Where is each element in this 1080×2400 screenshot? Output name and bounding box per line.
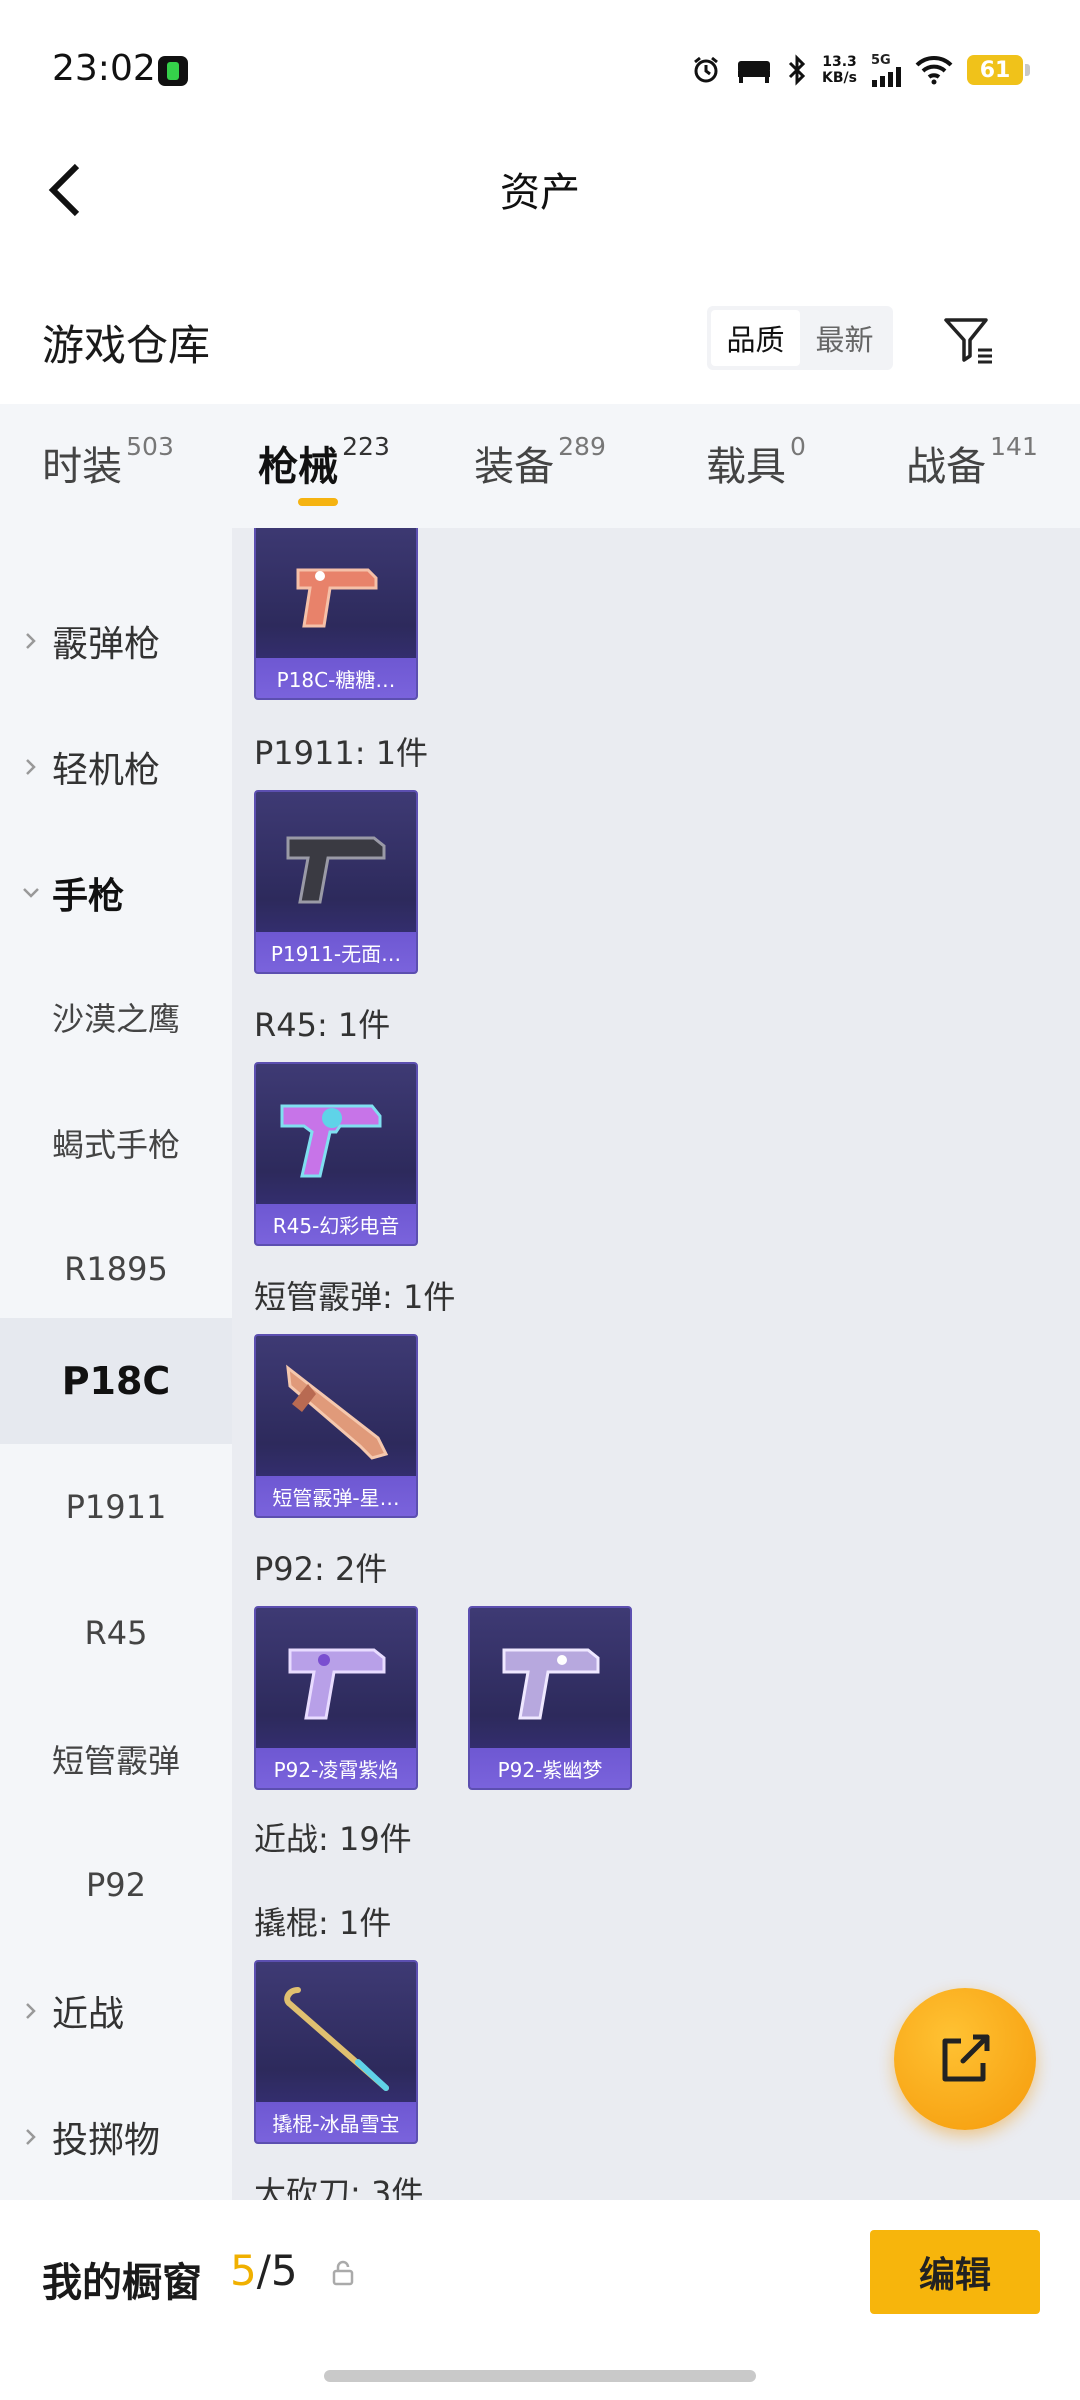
signal-bars-icon [872,66,901,87]
pistol-skin-icon [288,1648,386,1720]
sidebar-sub-r45[interactable]: R45 [0,1570,232,1696]
pistol-skin-icon [286,836,386,904]
sidebar-sub-scorpion[interactable]: 蝎式手枪 [0,1080,232,1206]
group-label: 撬棍: 1件 [254,1904,392,1942]
status-icons: 13.3 KB/s 5G 61 [690,50,1030,90]
chevron-right-icon [26,2003,36,2019]
app-header: 资产 [0,140,1080,240]
status-time: 23:02 [52,48,156,89]
sidebar-item-shotgun[interactable]: 霰弹枪 [0,578,232,704]
chevron-right-icon [26,2129,36,2145]
share-button[interactable] [894,1988,1036,2130]
sidebar-sub-p92[interactable]: P92 [0,1822,232,1948]
sidebar-item-lmg[interactable]: 轻机枪 [0,704,232,830]
lock-icon[interactable] [330,2260,356,2286]
battery-indicator: 61 [967,55,1030,85]
warehouse-title: 游戏仓库 [42,321,211,370]
cell-signal: 5G [871,54,901,87]
weapon-category-sidebar: 霰弹枪 轻机枪 手枪 沙漠之鹰 蝎式手枪 R1895 P18C P1911 R4… [0,528,232,2200]
weapon-grid: P18C-糖糖… P1911: 1件 P1911-无面… R45: 1件 R45… [232,528,1080,2200]
sort-quality-button[interactable]: 品质 [711,310,800,366]
group-label: P92: 2件 [254,1550,388,1588]
skin-card[interactable]: P92-凌霄紫焰 [254,1606,418,1790]
skin-card[interactable]: 撬棍-冰晶雪宝 [254,1960,418,2144]
group-label: 短管霰弹: 1件 [254,1278,456,1316]
group-label: 近战: 19件 [254,1820,412,1858]
sidebar-sub-desert-eagle[interactable]: 沙漠之鹰 [0,954,232,1080]
sidebar-item-throwables[interactable]: 投掷物 [0,2074,232,2200]
sidebar-sub-p1911[interactable]: P1911 [0,1444,232,1570]
sidebar-sub-r1895[interactable]: R1895 [0,1206,232,1332]
showcase-bar: 我的橱窗 5/5 编辑 [0,2200,1080,2400]
tab-fashion[interactable]: 时装 503 [0,404,216,528]
showcase-count: 5/5 [230,2246,298,2295]
sidebar-sub-p18c[interactable]: P18C [0,1318,232,1444]
crowbar-skin-icon [284,1987,389,2091]
active-tab-indicator [298,498,338,506]
warehouse-header: 游戏仓库 品质 最新 [0,290,1080,390]
sidebar-item-pistol[interactable]: 手枪 [0,830,232,956]
skin-card[interactable]: R45-幻彩电音 [254,1062,418,1246]
bluetooth-icon [788,54,806,86]
skin-card[interactable]: P1911-无面… [254,790,418,974]
showcase-title: 我的橱窗 [42,2260,202,2306]
share-external-icon [942,2034,990,2082]
music-app-icon [158,56,188,86]
alarm-icon [694,56,718,83]
chevron-down-icon [23,888,39,898]
sidebar-sub-sawed-off[interactable]: 短管霰弹 [0,1696,232,1822]
chevron-right-icon [26,759,36,775]
group-label: P1911: 1件 [254,734,429,772]
pistol-skin-icon [296,568,378,628]
revolver-skin-icon [280,1104,382,1178]
group-label: R45: 1件 [254,1006,391,1044]
chevron-right-icon [26,633,36,649]
tab-equipment[interactable]: 装备 289 [432,404,648,528]
skin-card[interactable]: 短管霰弹-星… [254,1334,418,1518]
edit-button[interactable]: 编辑 [870,2230,1040,2314]
tab-vehicles[interactable]: 载具 0 [648,404,864,528]
skin-card[interactable]: P18C-糖糖… [254,528,418,700]
sort-newest-button[interactable]: 最新 [800,310,889,366]
skin-card[interactable]: P92-紫幽梦 [468,1606,632,1790]
network-speed: 13.3 KB/s [822,54,857,86]
sidebar-item-melee[interactable]: 近战 [0,1948,232,2074]
page-title: 资产 [500,170,580,216]
status-bar: 23:02 13.3 KB/s 5G 61 [0,0,1080,140]
home-indicator[interactable] [324,2370,756,2382]
group-label: 大砍刀: 3件 [254,2174,424,2200]
pistol-skin-icon [502,1648,600,1720]
tab-combat-gear[interactable]: 战备 141 [864,404,1080,528]
bed-icon [738,61,771,83]
shotgun-skin-icon [286,1364,389,1460]
filter-button[interactable] [940,310,1000,370]
wifi-icon [915,55,953,85]
tab-firearms[interactable]: 枪械 223 [216,404,432,528]
filter-funnel-icon [944,318,992,364]
category-tabs: 时装 503 枪械 223 装备 289 载具 0 战备 141 [0,404,1080,528]
sort-toggle: 品质 最新 [707,306,893,370]
